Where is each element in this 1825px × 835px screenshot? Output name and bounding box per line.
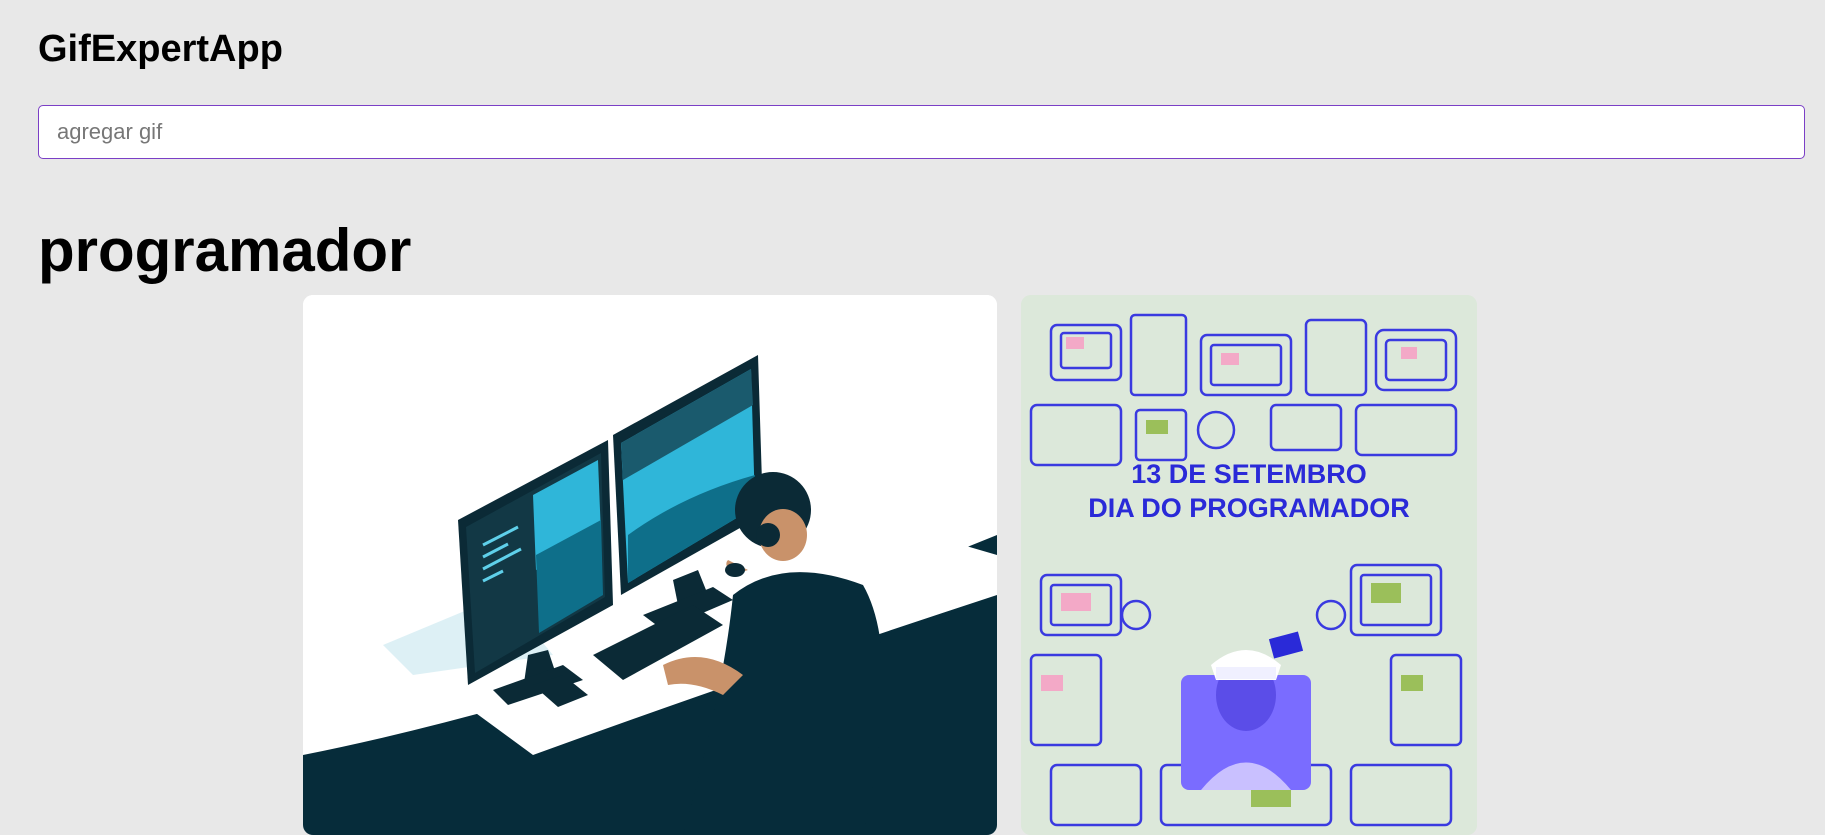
poster-line-2: DIA DO PROGRAMADOR: [1088, 493, 1410, 523]
gif-card-dia-do-programador[interactable]: 13 DE SETEMBRO DIA DO PROGRAMADOR: [1021, 295, 1477, 835]
programmer-illustration: [303, 295, 997, 835]
gif-card-programmer[interactable]: [303, 295, 997, 835]
search-input[interactable]: [38, 105, 1805, 159]
poster-line-1: 13 DE SETEMBRO: [1131, 459, 1367, 489]
dia-programador-poster: 13 DE SETEMBRO DIA DO PROGRAMADOR: [1021, 295, 1477, 835]
app-title: GifExpertApp: [38, 28, 283, 70]
category-title: programador: [38, 217, 412, 284]
